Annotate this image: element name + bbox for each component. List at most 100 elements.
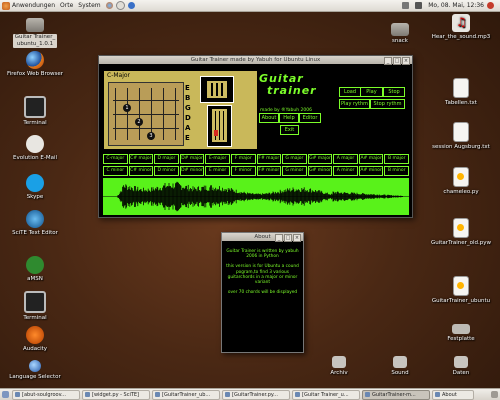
chord-button-grid: C-major C# major D major D# major E-major F m… (103, 154, 409, 176)
desktop-icon-label: Daten (452, 370, 470, 376)
top-panel: Anwendungen Orte System Mo, 08. Mai, 12:… (0, 0, 500, 12)
power-icon[interactable] (487, 2, 494, 9)
maximize-button[interactable]: □ (393, 57, 401, 65)
desktop-icon-guitar-trainer-folder[interactable]: Guitar Trainer_ ubuntu_1.0.1 (5, 14, 65, 48)
desktop-icon-snack[interactable]: snack (370, 18, 430, 45)
trash-icon[interactable] (491, 391, 498, 398)
chord-button[interactable]: F# minor (256, 166, 282, 176)
top-panel-tray: Mo, 08. Mai, 12:36 (402, 2, 500, 9)
desktop-icon-festplatte[interactable]: Festplatte (431, 318, 491, 343)
play-button[interactable]: Play (360, 87, 383, 97)
desktop-icon-label: Tabellen.txt (445, 100, 477, 106)
maximize-button[interactable]: □ (284, 234, 292, 242)
desktop-icon-amsn[interactable]: aMSN (5, 256, 65, 283)
audio-file-icon (452, 14, 470, 32)
taskbar-item[interactable]: [abut-soulgroov... (12, 389, 80, 400)
show-desktop-icon[interactable] (2, 391, 9, 398)
desktop-icon-scite[interactable]: SciTE Text Editor (5, 210, 65, 237)
about-text: Guitar Trainer is written by yabuh 2006 … (226, 249, 299, 300)
stop-button[interactable]: Stop (383, 87, 405, 97)
window-icon (155, 392, 160, 397)
language-icon (29, 360, 41, 372)
desktop-icon-evolution[interactable]: Evolution E-Mail (5, 135, 65, 162)
text-file-icon (453, 78, 469, 98)
desktop-icon-terminal-2[interactable]: Terminal (5, 291, 65, 322)
chord-button[interactable]: D# minor (179, 166, 205, 176)
minimize-button[interactable]: _ (275, 234, 283, 242)
window-content: C-Major 1 2 3 E B G D A E Guitar trainer… (99, 65, 412, 217)
chord-button[interactable]: B major (384, 154, 409, 164)
string-label: E (185, 134, 190, 142)
chord-button[interactable]: D# major (179, 154, 205, 164)
chord-button[interactable]: A# minor (358, 166, 384, 176)
chord-button[interactable]: G major (282, 154, 307, 164)
chord-button[interactable]: C# major (128, 154, 154, 164)
desktop-icon-hear-the-sound[interactable]: Hear_the_sound.mp3 (431, 14, 491, 41)
desktop-icon-chameleo[interactable]: chameleo.py (431, 167, 491, 196)
chord-button[interactable]: C minor (103, 166, 128, 176)
chord-button[interactable]: D major (154, 154, 179, 164)
desktop-icon-daten[interactable]: Daten (431, 353, 491, 377)
desktop-icon-firefox[interactable]: Firefox Web Browser (5, 51, 65, 78)
desktop-icon-language-selector[interactable]: Language Selector (5, 360, 65, 381)
close-button[interactable]: × (293, 234, 301, 242)
desktop-icon-label: Audacity (22, 346, 48, 352)
menu-places[interactable]: Orte (60, 2, 73, 9)
editor-button[interactable]: Editor (299, 113, 321, 123)
desktop-icon-label: Sound (391, 370, 409, 376)
chord-button[interactable]: E minor (205, 166, 230, 176)
about-titlebar[interactable]: About _ □ × (222, 233, 303, 242)
drive-icon (332, 356, 346, 368)
chord-button[interactable]: C# minor (128, 166, 154, 176)
taskbar-item[interactable]: [GuitarTrainer_ub... (152, 389, 220, 400)
chord-button[interactable]: G minor (282, 166, 307, 176)
logo-line: trainer (267, 84, 317, 97)
chord-button[interactable]: A major (333, 154, 358, 164)
chord-button[interactable]: A# major (358, 154, 384, 164)
chord-button[interactable]: G# minor (307, 166, 333, 176)
desktop-icon-session-augsburg[interactable]: session Augsburg.txt (431, 122, 491, 151)
load-button[interactable]: Load (339, 87, 361, 97)
desktop-icon-tabellen[interactable]: Tabellen.txt (431, 78, 491, 107)
about-button[interactable]: About (259, 113, 279, 123)
help-launcher-icon[interactable] (127, 2, 135, 9)
chord-button[interactable]: A minor (333, 166, 358, 176)
ubuntu-logo-icon[interactable] (2, 1, 10, 10)
desktop-icon-guitartrainer-old[interactable]: GuitarTrainer_old.pyw (431, 218, 491, 247)
desktop-icon-sound[interactable]: Sound (370, 353, 430, 377)
play-rythm-button[interactable]: Play rythm (339, 99, 370, 109)
string-label: E (185, 84, 190, 92)
taskbar-item[interactable]: [GuitarTrainer.py... (222, 389, 290, 400)
chord-button[interactable]: F# major (256, 154, 282, 164)
chord-button[interactable]: F minor (230, 166, 256, 176)
chord-button[interactable]: C-major (103, 154, 128, 164)
exit-button[interactable]: Exit (280, 125, 299, 135)
minimize-button[interactable]: _ (384, 57, 392, 65)
volume-icon[interactable] (415, 2, 423, 9)
window-titlebar[interactable]: Guitar Trainer made by Yabuh for Ubuntu … (99, 56, 412, 65)
menu-system[interactable]: System (78, 2, 100, 9)
taskbar-item[interactable]: About (432, 389, 474, 400)
desktop-icon-terminal[interactable]: Terminal (5, 96, 65, 127)
python-file-icon (453, 218, 469, 238)
chord-button[interactable]: F major (230, 154, 256, 164)
help-button[interactable]: Help (279, 113, 299, 123)
firefox-launcher-icon[interactable] (105, 2, 113, 9)
taskbar-item[interactable]: GuitarTrainer-m... (362, 389, 430, 400)
desktop-icon-skype[interactable]: Skype (5, 174, 65, 201)
clock[interactable]: Mo, 08. Mai, 12:36 (428, 2, 484, 9)
chord-button[interactable]: B minor (384, 166, 409, 176)
chord-button[interactable]: G# major (307, 154, 333, 164)
stop-rythm-button[interactable]: Stop rythm (370, 99, 405, 109)
taskbar-item[interactable]: [widget.py - SciTE] (82, 389, 150, 400)
desktop-icon-archiv[interactable]: Archiv (309, 353, 369, 377)
mail-launcher-icon[interactable] (115, 1, 125, 10)
network-icon[interactable] (402, 2, 410, 9)
desktop-icon-audacity[interactable]: Audacity (5, 326, 65, 353)
menu-applications[interactable]: Anwendungen (12, 2, 55, 9)
chord-button[interactable]: E-major (205, 154, 230, 164)
chord-button[interactable]: D minor (154, 166, 179, 176)
desktop-icon-guitartrainer-ubuntu[interactable]: GuitarTrainer_ubuntu (431, 276, 491, 305)
close-button[interactable]: × (402, 57, 410, 65)
taskbar-item[interactable]: [Guitar Trainer_u... (292, 389, 360, 400)
